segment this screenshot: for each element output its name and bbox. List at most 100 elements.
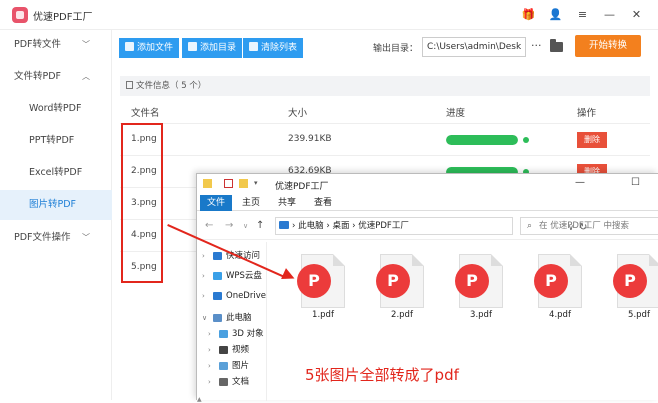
expand-arrow-icon[interactable]: › <box>202 248 205 264</box>
sidebar-group-label: PDF文件操作 <box>14 232 71 243</box>
sidebar-group-label: 文件转PDF <box>14 71 62 82</box>
expand-arrow-icon[interactable]: › <box>208 342 211 358</box>
sidebar-item-image-to-pdf[interactable]: 图片转PDF <box>0 190 112 220</box>
nav-item-icon <box>219 346 228 354</box>
up-arrow-icon[interactable]: ↑ <box>256 220 264 231</box>
file-name: 5.pdf <box>628 310 650 320</box>
nav-item-label: 快速访问 <box>226 251 261 261</box>
close-icon[interactable]: ✕ <box>623 5 650 25</box>
nav-item[interactable]: › 文档 <box>197 374 267 390</box>
pdf-badge-icon: P <box>534 264 568 298</box>
expand-arrow-icon[interactable]: ∨ <box>202 310 207 326</box>
sidebar-group-file-to-pdf[interactable]: 文件转PDF ︿ <box>0 62 112 92</box>
file-name: 4.pdf <box>549 310 571 320</box>
tab-file[interactable]: 文件 <box>200 195 232 211</box>
tab-home[interactable]: 主页 <box>237 195 265 211</box>
properties-icon[interactable] <box>224 179 233 188</box>
minimize-icon[interactable]: — <box>596 5 623 25</box>
progress-fill <box>446 135 518 145</box>
sidebar-item-ppt-to-pdf[interactable]: PPT转PDF <box>0 126 112 156</box>
file-info-label: 文件信息（ 5 个） <box>136 81 207 91</box>
clear-list-label: 清除列表 <box>261 43 298 53</box>
minimize-icon[interactable]: — <box>575 177 585 188</box>
tab-share[interactable]: 共享 <box>273 195 301 211</box>
add-directory-button[interactable]: 添加目录 <box>182 38 243 58</box>
file-table-header: 文件名 大小 进度 操作 <box>120 100 650 122</box>
sidebar: PDF转文件 ﹀ 文件转PDF ︿ Word转PDF PPT转PDF Excel… <box>0 30 112 400</box>
status-dot <box>523 137 529 143</box>
search-placeholder: 在 优速PDF工厂 中搜索 <box>539 221 629 231</box>
expand-arrow-icon[interactable]: › <box>208 374 211 390</box>
file-info-icon <box>126 81 133 89</box>
path-segment[interactable]: 优速PDF工厂 <box>358 221 409 231</box>
browse-more-button[interactable]: ··· <box>531 39 542 52</box>
annotation-caption: 5张图片全部转成了pdf <box>305 366 459 384</box>
nav-item[interactable]: › WPS云盘 <box>197 268 267 284</box>
app-window: 优速PDF工厂 🎁 👤 ≡ — ✕ PDF转文件 ﹀ 文件转PDF ︿ Word… <box>0 0 658 403</box>
gift-icon[interactable]: 🎁 <box>515 5 542 25</box>
folder-icon[interactable] <box>550 39 563 52</box>
new-folder-icon[interactable] <box>239 179 248 188</box>
nav-item[interactable]: › 3D 对象 <box>197 326 267 342</box>
nav-item-label: 图片 <box>232 361 250 371</box>
window-controls: 🎁 👤 ≡ — ✕ <box>515 5 650 25</box>
add-folder-icon <box>188 42 197 51</box>
pdf-badge-icon: P <box>613 264 647 298</box>
expand-arrow-icon[interactable]: › <box>202 288 205 304</box>
expand-arrow-icon[interactable]: › <box>208 358 211 374</box>
expand-arrow-icon[interactable]: › <box>202 268 205 284</box>
highlight-box <box>121 123 163 283</box>
address-path[interactable]: › 此电脑 › 桌面 › 优速PDF工厂 ∨ ↻ <box>275 217 587 235</box>
sidebar-item-word-to-pdf[interactable]: Word转PDF <box>0 94 112 124</box>
title-bar: 优速PDF工厂 🎁 👤 ≡ — ✕ <box>0 0 658 30</box>
qat-dropdown-icon[interactable]: ▾ <box>254 179 263 188</box>
chevron-down-icon: ﹀ <box>82 233 90 242</box>
folder-icon <box>203 179 212 188</box>
trash-icon <box>249 42 258 51</box>
nav-item-icon <box>213 314 222 322</box>
maximize-icon[interactable]: ☐ <box>631 177 640 188</box>
nav-item-icon <box>219 330 228 338</box>
forward-arrow-icon[interactable]: → <box>225 220 233 231</box>
menu-icon[interactable]: ≡ <box>569 5 596 25</box>
back-arrow-icon[interactable]: ← <box>205 220 213 231</box>
nav-item-label: OneDrive <box>226 291 266 301</box>
output-dir-input[interactable] <box>422 37 526 57</box>
nav-item[interactable]: › OneDrive <box>197 288 267 304</box>
pdf-badge-icon: P <box>376 264 410 298</box>
path-segment[interactable]: 此电脑 <box>298 221 324 231</box>
path-sep: › <box>352 221 356 231</box>
start-convert-button[interactable]: 开始转换 <box>575 35 641 57</box>
nav-item-label: WPS云盘 <box>226 271 262 281</box>
sidebar-item-excel-to-pdf[interactable]: Excel转PDF <box>0 158 112 188</box>
sidebar-item-label: 图片转PDF <box>29 199 77 210</box>
add-file-icon <box>125 42 134 51</box>
app-title: 优速PDF工厂 <box>33 12 93 23</box>
user-icon[interactable]: 👤 <box>542 5 569 25</box>
file-info-header: 文件信息（ 5 个） <box>120 76 650 96</box>
search-icon: ⌕ <box>527 221 533 231</box>
sidebar-item-label: PPT转PDF <box>29 135 75 146</box>
add-file-button[interactable]: 添加文件 <box>119 38 180 58</box>
pdf-badge-icon: P <box>455 264 489 298</box>
sidebar-group-pdf-to-file[interactable]: PDF转文件 ﹀ <box>0 30 112 60</box>
clear-list-button[interactable]: 清除列表 <box>243 38 304 58</box>
tab-view[interactable]: 查看 <box>309 195 337 211</box>
expand-arrow-icon[interactable]: › <box>208 326 211 342</box>
nav-item[interactable]: ∨ 此电脑 <box>197 310 267 326</box>
add-directory-label: 添加目录 <box>200 43 237 53</box>
recent-dropdown-icon[interactable]: ∨ <box>243 222 248 230</box>
file-size: 239.91KB <box>288 134 332 144</box>
delete-button[interactable]: 删除 <box>577 132 607 148</box>
nav-item[interactable]: › 图片 <box>197 358 267 374</box>
file-name: 3.pdf <box>470 310 492 320</box>
table-row: 1.png 239.91KB 删除 <box>120 123 650 155</box>
nav-item[interactable]: › 快速访问 <box>197 248 267 264</box>
path-segment[interactable]: 桌面 <box>332 221 349 231</box>
search-input[interactable]: ⌕ 在 优速PDF工厂 中搜索 <box>520 217 658 235</box>
path-sep: › <box>292 221 296 231</box>
nav-item[interactable]: › 视频 <box>197 342 267 358</box>
column-header-size: 大小 <box>288 108 308 119</box>
sidebar-group-pdf-ops[interactable]: PDF文件操作 ﹀ <box>0 223 112 253</box>
explorer-title-bar: ▾ 优速PDF工厂 — ☐ <box>197 174 658 195</box>
